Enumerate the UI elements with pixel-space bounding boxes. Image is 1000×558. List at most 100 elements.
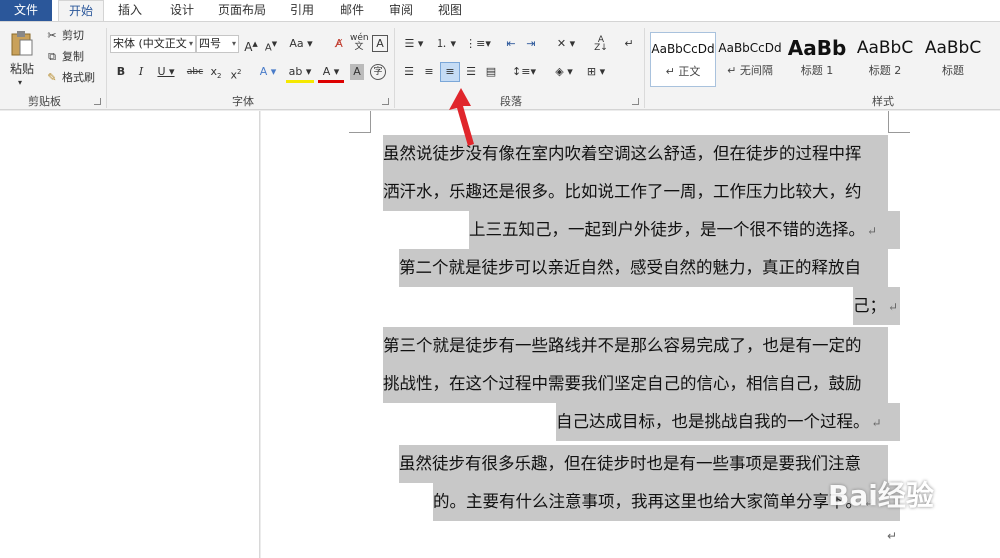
justify-icon[interactable]: ☰ <box>462 64 480 80</box>
line-text: 第三个就是徒步有一些路线并不是那么容易完成了，也是有一定的 <box>383 336 862 355</box>
borders-icon[interactable]: ⊞ ▾ <box>582 64 610 80</box>
line-text: 的。主要有什么注意事项，我再这里也给大家简单分享下。 <box>433 492 862 511</box>
style-preview: AaBb <box>787 36 847 60</box>
style-name: ↵ 无间隔 <box>727 64 773 77</box>
red-arrow-annotation <box>449 88 474 146</box>
paragraph-mark: ↵ <box>888 300 899 314</box>
clipboard-icon <box>11 31 33 56</box>
style-name: 标题 <box>942 64 964 77</box>
style-normal[interactable]: AaBbCcDd ↵ 正文 <box>650 32 716 87</box>
clear-formatting-icon[interactable]: A̸ <box>330 36 348 52</box>
show-marks-icon[interactable]: ↵ <box>620 36 638 52</box>
style-preview: AaBbCcDd <box>718 41 782 55</box>
style-preview: AaBbC <box>856 38 914 58</box>
tab-file[interactable]: 文件 <box>0 0 52 21</box>
numbering-icon[interactable]: ⒈ ▾ <box>432 36 460 52</box>
chevron-down-icon: ▾ <box>231 39 236 48</box>
font-name-select[interactable]: 宋体 (中文正文 ▾ <box>110 35 196 53</box>
change-case-icon[interactable]: Aa ▾ <box>288 36 314 52</box>
style-heading-1[interactable]: AaBb 标题 1 <box>784 32 850 87</box>
font-group-label: 字体 <box>232 95 254 108</box>
phonetic-guide-icon[interactable]: wén 文 <box>350 34 369 52</box>
line-text: 虽然徒步有很多乐趣，但在徒步时也是有一些事项是要我们注意 <box>399 454 861 473</box>
tab-view[interactable]: 视图 <box>430 0 470 21</box>
tab-mailings[interactable]: 邮件 <box>332 0 372 21</box>
copy-label: 复制 <box>62 50 84 63</box>
style-no-spacing[interactable]: AaBbCcDd ↵ 无间隔 <box>718 32 782 87</box>
paragraph-mark: ↵ <box>871 416 882 430</box>
crop-mark <box>888 111 910 133</box>
paragraph-mark: ↵ <box>887 529 898 543</box>
tab-home[interactable]: 开始 <box>58 0 104 22</box>
font-color-icon[interactable]: A ▾ <box>318 64 344 83</box>
decrease-indent-icon[interactable]: ⇤ <box>502 36 520 52</box>
group-divider <box>644 28 645 108</box>
style-preview: AaBbCcDd <box>651 42 715 56</box>
line-text: 挑战性，在这个过程中需要我们坚定自己的信心，相信自己，鼓励 <box>383 374 862 393</box>
strikethrough-icon[interactable]: abc <box>184 64 206 80</box>
ribbon-tab-bar: 文件 开始 插入 设计 页面布局 引用 邮件 审阅 视图 <box>0 0 1000 22</box>
style-title[interactable]: AaBbC 标题 <box>920 32 986 87</box>
chevron-down-icon: ▾ <box>18 78 23 87</box>
copy-button[interactable]: ⧉ 复制 <box>44 49 94 65</box>
sort-icon[interactable]: A Z↓ <box>592 36 610 53</box>
tab-review[interactable]: 审阅 <box>381 0 421 21</box>
character-border-icon[interactable]: A <box>372 35 388 52</box>
increase-indent-icon[interactable]: ⇥ <box>522 36 540 52</box>
paste-button[interactable]: 粘贴 ▾ <box>6 28 38 88</box>
font-size-value: 四号 <box>199 37 221 50</box>
text-effects-icon[interactable]: A ▾ <box>254 64 282 80</box>
navigation-pane <box>0 111 260 558</box>
dialog-launcher-icon[interactable] <box>632 98 639 105</box>
scissors-icon: ✂ <box>47 29 57 42</box>
text-line: 第二个就是徒步可以亲近自然，感受自然的魅力，真正的释放自 <box>399 249 888 287</box>
shrink-font-icon[interactable]: A▼ <box>262 36 280 56</box>
style-heading-2[interactable]: AaBbC 标题 2 <box>852 32 918 87</box>
text-line: 自己达成目标，也是挑战自我的一个过程。 ↵ <box>556 403 900 441</box>
character-shading-icon[interactable]: A <box>350 64 364 80</box>
styles-group-label: 样式 <box>872 95 894 108</box>
enclose-characters-icon[interactable]: 字 <box>370 64 386 80</box>
tab-insert[interactable]: 插入 <box>110 0 150 21</box>
align-left-icon[interactable]: ☰ <box>400 64 418 80</box>
ribbon: 粘贴 ▾ ✂ 剪切 ⧉ 复制 ✎ 格式刷 剪贴板 宋体 (中文正文 ▾ 四号 ▾ A… <box>0 21 1000 110</box>
style-name: 标题 1 <box>800 64 834 77</box>
style-name: ↵ 正文 <box>665 65 701 78</box>
word-window: 文件 开始 插入 设计 页面布局 引用 邮件 审阅 视图 粘贴 ▾ ✂ 剪切 ⧉… <box>0 0 1000 558</box>
text-line: 挑战性，在这个过程中需要我们坚定自己的信心，相信自己，鼓励 <box>383 365 888 403</box>
font-name-value: 宋体 (中文正文 <box>113 37 187 50</box>
font-size-select[interactable]: 四号 ▾ <box>196 35 239 53</box>
copy-icon: ⧉ <box>48 50 56 63</box>
tab-references[interactable]: 引用 <box>282 0 322 21</box>
underline-icon[interactable]: U ▾ <box>154 64 178 80</box>
italic-icon[interactable]: I <box>134 64 148 80</box>
chinese-layout-icon[interactable]: ✕ ▾ <box>552 36 580 52</box>
bold-icon[interactable]: B <box>114 64 128 80</box>
text-line: 己； ↵ <box>853 287 900 325</box>
subscript-icon[interactable]: x2 <box>208 64 224 84</box>
tab-design[interactable]: 设计 <box>162 0 202 21</box>
distributed-icon[interactable]: ▤ <box>482 64 500 80</box>
multilevel-list-icon[interactable]: ⋮≡▾ <box>464 36 492 52</box>
highlight-icon[interactable]: ab ▾ <box>286 64 314 83</box>
text-line: 上三五知己，一起到户外徒步，是一个很不错的选择。 ↵ <box>469 211 900 249</box>
cut-button[interactable]: ✂ 剪切 <box>44 28 94 44</box>
bullets-icon[interactable]: ☰ ▾ <box>400 36 428 52</box>
dialog-launcher-icon[interactable] <box>382 98 389 105</box>
crop-mark <box>349 111 371 133</box>
dialog-launcher-icon[interactable] <box>94 98 101 105</box>
line-text: 洒汗水，乐趣还是很多。比如说工作了一周，工作压力比较大，约 <box>383 182 862 201</box>
text-line: 虽然徒步有很多乐趣，但在徒步时也是有一些事项是要我们注意 <box>399 445 888 483</box>
align-center-icon[interactable]: ≡ <box>420 64 438 80</box>
line-text: 自己达成目标，也是挑战自我的一个过程。 <box>556 412 870 431</box>
group-divider <box>394 28 395 108</box>
format-painter-button[interactable]: ✎ 格式刷 <box>44 70 102 86</box>
tab-page-layout[interactable]: 页面布局 <box>212 0 272 21</box>
grow-font-icon[interactable]: A▲ <box>242 36 260 55</box>
superscript-icon[interactable]: x2 <box>228 64 244 84</box>
shading-icon[interactable]: ◈ ▾ <box>550 64 578 80</box>
watermark-logo: Bai经验 <box>828 479 934 512</box>
align-right-button[interactable]: ≡ <box>440 62 460 82</box>
line-spacing-icon[interactable]: ↕≡▾ <box>510 64 538 80</box>
line-text: 第二个就是徒步可以亲近自然，感受自然的魅力，真正的释放自 <box>399 258 861 277</box>
